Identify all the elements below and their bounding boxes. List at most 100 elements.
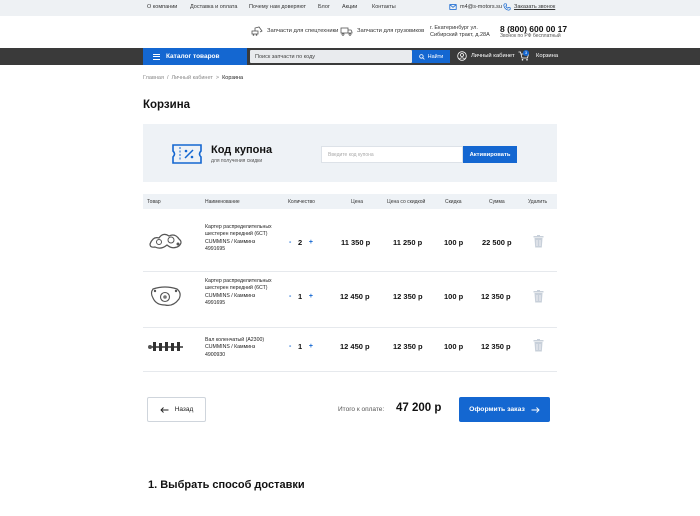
header-name: Наименование [205, 199, 240, 205]
phone-note: Звонок по РФ бесплатный [500, 33, 561, 39]
cart-label: Корзина [536, 53, 559, 59]
header-sum: Сумма [489, 199, 505, 205]
price: 12 450 р [340, 342, 370, 351]
total-value: 47 200 р [396, 402, 442, 414]
discount: 100 р [444, 342, 464, 351]
coupon-panel: Код купона для получения скидки Введите … [143, 124, 557, 182]
account-label: Личный кабинет [471, 53, 515, 59]
search-input[interactable]: Поиск запчасти по коду [250, 50, 412, 63]
row-sum: 12 350 р [481, 342, 511, 351]
callback-text: Заказать звонок [514, 4, 556, 10]
email-text: m4@s-motors.su [460, 4, 502, 10]
discount-price: 12 350 р [393, 292, 423, 301]
row-divider [143, 327, 557, 328]
delivery-section-title: 1. Выбрать способ доставки [148, 479, 305, 491]
increase-qty-button[interactable]: + [309, 239, 313, 246]
breadcrumb-separator: > [215, 75, 220, 81]
product-name[interactable]: Картер распределительных шестерен передн… [205, 224, 275, 253]
back-label: Назад [174, 406, 194, 413]
increase-qty-button[interactable]: + [309, 293, 313, 300]
address-line-2: Сибирский тракт, д.28А [430, 32, 490, 38]
row-divider [143, 271, 557, 272]
product-name[interactable]: Картер распределительных шестерен передн… [205, 278, 275, 307]
header-price: Цена [351, 199, 364, 205]
product-image[interactable] [147, 338, 185, 356]
page-title: Корзина [143, 99, 191, 111]
link-trucks-label: Запчасти для грузовиков [357, 28, 425, 34]
activate-coupon-button[interactable]: Активировать [463, 146, 517, 163]
discount-price: 12 350 р [393, 342, 423, 351]
decrease-qty-button[interactable]: - [289, 239, 291, 246]
quantity-stepper: - 1 + [283, 340, 319, 352]
topnav-promos[interactable]: Акции [342, 4, 357, 10]
coupon-title: Код купона [211, 144, 273, 156]
quantity-stepper: - 1 + [283, 290, 319, 302]
discount-price: 11 250 р [393, 238, 423, 247]
address: г. Екатеринбург ул. Сибирский тракт, д.2… [430, 25, 490, 39]
quantity-value: 1 [298, 291, 303, 301]
coupon-subtitle: для получения скидки [211, 158, 263, 164]
top-email[interactable]: m4@s-motors.su [449, 3, 502, 11]
link-special-equipment[interactable]: Запчасти для спецтехники [251, 26, 338, 36]
menu-icon [153, 53, 160, 60]
cart-table-header: Товар Наименование Количество Цена Цена … [143, 194, 557, 209]
search-button[interactable]: Найти [412, 50, 450, 63]
header-qty: Количество [288, 199, 315, 205]
arrow-left-icon [160, 406, 169, 413]
topnav-contacts[interactable]: Контакты [372, 4, 396, 10]
truck-icon [340, 27, 353, 36]
header-discount: Скидка [445, 199, 462, 205]
header-product: Товар [147, 199, 161, 205]
product-image[interactable] [147, 228, 185, 254]
catalog-label: Каталог товаров [166, 53, 220, 60]
decrease-qty-button[interactable]: - [289, 343, 291, 350]
row-sum: 12 350 р [481, 292, 511, 301]
breadcrumb-current: Корзина [222, 75, 244, 81]
header-delete: Удалить [528, 199, 548, 205]
back-button[interactable]: Назад [147, 397, 206, 422]
link-special-label: Запчасти для спецтехники [267, 28, 339, 34]
topnav-blog[interactable]: Блог [318, 4, 330, 10]
quantity-value: 1 [298, 341, 303, 351]
discount: 100 р [444, 292, 464, 301]
increase-qty-button[interactable]: + [309, 343, 313, 350]
quantity-value: 2 [298, 237, 303, 247]
mail-icon [449, 4, 457, 10]
product-image[interactable] [147, 283, 185, 309]
row-divider [143, 371, 557, 372]
link-trucks[interactable]: Запчасти для грузовиков [340, 26, 424, 36]
arrow-right-icon [531, 406, 540, 413]
address-line-1: г. Екатеринбург ул. [430, 25, 478, 31]
trash-icon[interactable] [533, 235, 544, 248]
search-icon [418, 53, 425, 60]
price: 12 450 р [340, 292, 370, 301]
cart-count-badge: 3 [523, 50, 529, 56]
breadcrumb-account[interactable]: Личный кабинет [171, 75, 212, 81]
trash-icon[interactable] [533, 290, 544, 303]
callback-link[interactable]: Заказать звонок [503, 3, 555, 11]
discount: 100 р [444, 238, 464, 247]
user-icon [457, 51, 467, 61]
phone-icon [503, 3, 511, 11]
checkout-label: Оформить заказ [469, 406, 525, 413]
topnav-delivery[interactable]: Доставка и оплата [190, 4, 237, 10]
quantity-stepper: - 2 + [283, 236, 319, 248]
row-sum: 22 500 р [482, 238, 512, 247]
account-link[interactable]: Личный кабинет [457, 51, 515, 61]
total-label: Итого к оплате: [338, 406, 385, 413]
topnav-about[interactable]: О компании [147, 4, 177, 10]
checkout-button[interactable]: Оформить заказ [459, 397, 550, 422]
catalog-button[interactable]: Каталог товаров [143, 48, 247, 65]
breadcrumb: Главная / Личный кабинет > Корзина [143, 75, 243, 81]
breadcrumb-separator: / [166, 75, 169, 81]
excavator-icon [251, 26, 263, 36]
trash-icon[interactable] [533, 339, 544, 352]
decrease-qty-button[interactable]: - [289, 293, 291, 300]
product-name[interactable]: Вал коленчатый (А2300) CUMMINS / Камминз… [205, 337, 275, 359]
breadcrumb-home[interactable]: Главная [143, 75, 164, 81]
topnav-trust[interactable]: Почему нам доверяют [249, 4, 306, 10]
search-button-label: Найти [427, 53, 444, 60]
header-discount-price: Цена со скидкой [387, 199, 426, 205]
coupon-code-input[interactable]: Введите код купона [321, 146, 463, 163]
price: 11 350 р [341, 238, 371, 247]
